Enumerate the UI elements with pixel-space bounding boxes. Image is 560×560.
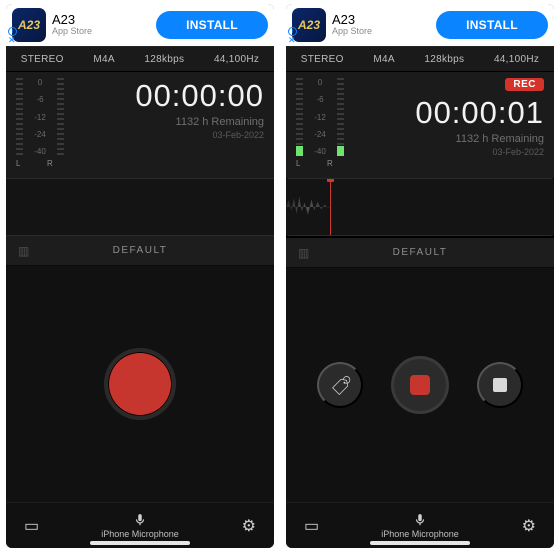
ad-app-icon: A23: [292, 8, 326, 42]
tag-button[interactable]: 🏷: [317, 362, 363, 408]
level-meter: 0-6-12-24-40 L R: [16, 78, 64, 156]
meter-scale: 0-6-12-24-40: [33, 78, 47, 156]
sample-rate: 44,100Hz: [214, 54, 259, 65]
library-icon[interactable]: ▭: [304, 516, 319, 536]
ad-banner[interactable]: i ✕ A23 A23 App Store INSTALL: [286, 4, 554, 46]
format: M4A: [93, 54, 114, 65]
folder-row[interactable]: ▥ DEFAULT: [6, 236, 274, 266]
waveform[interactable]: [286, 178, 554, 236]
ad-banner[interactable]: i ✕ A23 A23 App Store INSTALL: [6, 4, 274, 46]
microphone-icon: [133, 513, 147, 527]
elapsed-time: 00:00:01: [415, 95, 544, 131]
pause-button[interactable]: [391, 356, 449, 414]
format: M4A: [373, 54, 394, 65]
stop-button[interactable]: [477, 362, 523, 408]
folder-name: DEFAULT: [393, 247, 448, 258]
record-button[interactable]: [104, 348, 176, 420]
ad-subtitle: App Store: [52, 27, 150, 37]
channels: STEREO: [21, 54, 64, 65]
playhead: [330, 179, 331, 235]
screenshot-idle: i ✕ A23 A23 App Store INSTALL STEREO M4A…: [6, 4, 274, 548]
sample-rate: 44,100Hz: [494, 54, 539, 65]
elapsed-time: 00:00:00: [135, 78, 264, 114]
transport-controls: [6, 266, 274, 502]
input-label: iPhone Microphone: [381, 529, 459, 539]
recording-date: 03-Feb-2022: [212, 130, 264, 140]
bitrate: 128kbps: [144, 54, 184, 65]
bottom-bar: ▭ iPhone Microphone ⚙: [286, 502, 554, 548]
folder-icon: ▥: [18, 244, 31, 258]
input-label: iPhone Microphone: [101, 529, 179, 539]
install-button[interactable]: INSTALL: [156, 11, 268, 39]
meter-scale: 0-6-12-24-40: [313, 78, 327, 156]
microphone-icon: [413, 513, 427, 527]
recording-date: 03-Feb-2022: [492, 147, 544, 157]
remaining-time: 1132 h Remaining: [176, 116, 264, 128]
level-meter: 0-6-12-24-40 L R: [296, 78, 344, 156]
home-indicator: [370, 541, 470, 545]
channels: STEREO: [301, 54, 344, 65]
display-panel: 0-6-12-24-40 L R 00:00:00 1132 h Remaini…: [6, 72, 274, 178]
home-indicator: [90, 541, 190, 545]
tag-icon: 🏷: [329, 374, 350, 397]
settings-icon[interactable]: ⚙: [522, 516, 536, 536]
meter-right: [337, 78, 344, 156]
ad-close-icon[interactable]: ✕: [288, 36, 296, 45]
waveform[interactable]: [6, 178, 274, 236]
ad-app-icon: A23: [12, 8, 46, 42]
install-button[interactable]: INSTALL: [436, 11, 548, 39]
ad-subtitle: App Store: [332, 27, 430, 37]
pause-icon: [410, 375, 430, 395]
library-icon[interactable]: ▭: [24, 516, 39, 536]
screenshot-recording: i ✕ A23 A23 App Store INSTALL STEREO M4A…: [286, 4, 554, 548]
ad-app-title: A23: [332, 13, 430, 27]
stop-icon: [493, 378, 507, 392]
transport-controls: 🏷: [286, 268, 554, 502]
rec-badge: REC: [505, 78, 544, 91]
meter-right: [57, 78, 64, 156]
ad-close-icon[interactable]: ✕: [8, 36, 16, 45]
bitrate: 128kbps: [424, 54, 464, 65]
settings-icon[interactable]: ⚙: [242, 516, 256, 536]
display-panel: 0-6-12-24-40 L R REC 00:00:01 1132 h Rem…: [286, 72, 554, 178]
ad-app-title: A23: [52, 13, 150, 27]
input-source[interactable]: iPhone Microphone: [286, 513, 554, 539]
folder-icon: ▥: [298, 246, 311, 260]
folder-name: DEFAULT: [113, 245, 168, 256]
bottom-bar: ▭ iPhone Microphone ⚙: [6, 502, 274, 548]
format-bar[interactable]: STEREO M4A 128kbps 44,100Hz: [6, 46, 274, 72]
format-bar[interactable]: STEREO M4A 128kbps 44,100Hz: [286, 46, 554, 72]
input-source[interactable]: iPhone Microphone: [6, 513, 274, 539]
remaining-time: 1132 h Remaining: [456, 133, 544, 145]
meter-left: [16, 78, 23, 156]
folder-row[interactable]: ▥ DEFAULT: [286, 238, 554, 268]
meter-left: [296, 78, 303, 156]
